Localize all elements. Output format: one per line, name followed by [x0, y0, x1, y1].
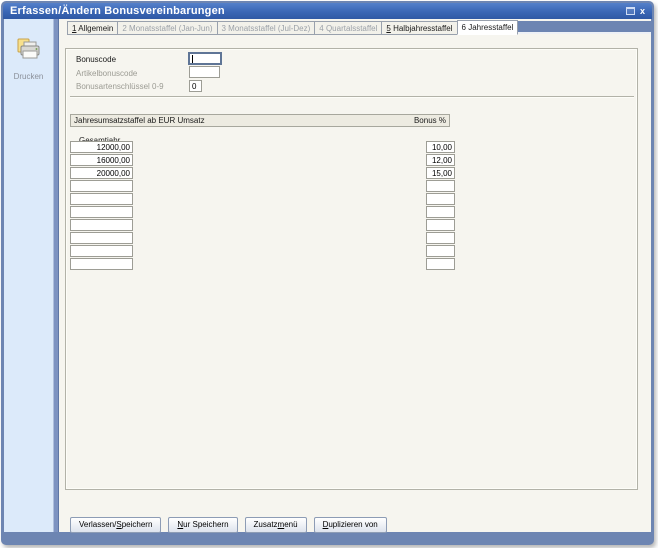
verlassen-speichern-button[interactable]: Verlassen/Speichern	[70, 517, 161, 533]
action-buttons: Verlassen/Speichern Nur Speichern Zusatz…	[70, 517, 387, 533]
toolbar-sidebar: Drucken	[4, 19, 53, 532]
bonus-input[interactable]	[426, 206, 455, 218]
bonus-input[interactable]	[426, 141, 455, 153]
umsatz-input[interactable]	[70, 232, 133, 244]
bonus-input[interactable]	[426, 232, 455, 244]
table-row	[70, 154, 630, 167]
staffel-header-bar: Jahresumsatzstaffel ab EUR Umsatz Bonus …	[70, 114, 450, 127]
bonus-input[interactable]	[426, 193, 455, 205]
umsatz-input[interactable]	[70, 167, 133, 179]
separator-line	[70, 96, 634, 98]
titlebar-controls: x	[626, 7, 652, 16]
tabrow-filler	[517, 21, 651, 34]
umsatz-input[interactable]	[70, 258, 133, 270]
umsatz-input[interactable]	[70, 193, 133, 205]
artikelbonuscode-label: Artikelbonuscode	[76, 69, 137, 78]
app-window: Erfassen/Ändern Bonusvereinbarungen x Dr…	[1, 1, 654, 545]
bonusartenschluessel-input[interactable]	[189, 80, 202, 92]
staffel-rows	[70, 141, 630, 271]
table-row	[70, 245, 630, 258]
bonus-input[interactable]	[426, 258, 455, 270]
tab-quartalsstaffel[interactable]: 4 Quartalsstaffel	[314, 21, 382, 35]
print-button[interactable]: Drucken	[4, 37, 53, 81]
tab-monatsstaffel-jul-dez[interactable]: 3 Monatsstaffel (Jul-Dez)	[217, 21, 316, 35]
close-icon[interactable]: x	[640, 7, 645, 16]
table-row	[70, 206, 630, 219]
window-title: Erfassen/Ändern Bonusvereinbarungen	[3, 5, 225, 17]
table-row	[70, 180, 630, 193]
bonus-input[interactable]	[426, 245, 455, 257]
tab-allgemein[interactable]: 1 Allgemein	[67, 21, 118, 35]
bonusartenschluessel-label: Bonusartenschlüssel 0-9	[76, 82, 164, 91]
bonuscode-label: Bonuscode	[76, 55, 116, 64]
umsatz-input[interactable]	[70, 245, 133, 257]
tab-jahresstaffel[interactable]: 6 Jahresstaffel	[457, 20, 519, 35]
main-area: 1 Allgemein 2 Monatsstaffel (Jan-Jun) 3 …	[59, 19, 651, 532]
umsatz-input[interactable]	[70, 206, 133, 218]
staffel-header-left: Jahresumsatzstaffel ab EUR Umsatz	[74, 116, 205, 125]
restore-icon[interactable]	[626, 7, 635, 15]
bonus-input[interactable]	[426, 154, 455, 166]
table-row	[70, 219, 630, 232]
text-caret	[192, 55, 193, 63]
nur-speichern-button[interactable]: Nur Speichern	[168, 517, 237, 533]
table-row	[70, 167, 630, 180]
tab-strip: 1 Allgemein 2 Monatsstaffel (Jan-Jun) 3 …	[59, 21, 651, 36]
table-row	[70, 258, 630, 271]
staffel-header-right: Bonus %	[414, 116, 446, 125]
title-bar: Erfassen/Ändern Bonusvereinbarungen x	[3, 3, 652, 19]
tab-halbjahresstaffel[interactable]: 5 Halbjahresstaffel	[381, 21, 457, 35]
umsatz-input[interactable]	[70, 141, 133, 153]
table-row	[70, 141, 630, 154]
artikelbonuscode-input[interactable]	[189, 66, 220, 78]
tab-monatsstaffel-jan-jun[interactable]: 2 Monatsstaffel (Jan-Jun)	[117, 21, 217, 35]
bonuscode-input[interactable]	[188, 52, 222, 65]
umsatz-input[interactable]	[70, 154, 133, 166]
print-label: Drucken	[4, 72, 53, 81]
bonuscode-field-wrap	[188, 52, 222, 65]
bonus-input[interactable]	[426, 180, 455, 192]
zusatzmenu-button[interactable]: Zusatzmenü	[245, 517, 307, 533]
table-row	[70, 232, 630, 245]
umsatz-input[interactable]	[70, 180, 133, 192]
umsatz-input[interactable]	[70, 219, 133, 231]
table-row	[70, 193, 630, 206]
duplizieren-von-button[interactable]: Duplizieren von	[314, 517, 387, 533]
bonus-input[interactable]	[426, 219, 455, 231]
tab-page-panel: Bonuscode Artikelbonuscode Bonusartensch…	[65, 48, 638, 490]
window-content: Drucken 1 Allgemein 2 Monatsstaffel (Jan…	[4, 19, 651, 532]
bonus-input[interactable]	[426, 167, 455, 179]
printer-icon	[15, 37, 42, 64]
